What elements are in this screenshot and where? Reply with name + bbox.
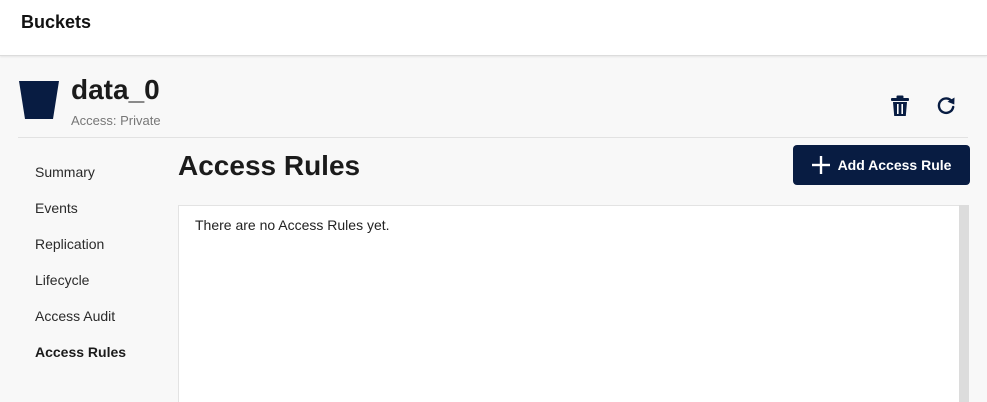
page-title: Buckets [21, 12, 92, 32]
sidebar-item-lifecycle[interactable]: Lifecycle [35, 272, 89, 288]
trash-icon [891, 95, 909, 116]
sidebar-item-events[interactable]: Events [35, 200, 78, 216]
bucket-access-label: Access: Private [71, 113, 161, 128]
bucket-name: data_0 [71, 74, 160, 105]
section-title: Access Rules [178, 150, 361, 181]
bucket-header: data_0 Access: Private [18, 56, 968, 138]
sidebar-item-access-rules[interactable]: Access Rules [35, 344, 126, 360]
top-bar: Buckets [0, 0, 987, 56]
add-access-rule-button[interactable]: Add Access Rule [793, 145, 970, 185]
delete-bucket-button[interactable] [886, 92, 914, 120]
refresh-icon [937, 97, 955, 114]
add-access-rule-label: Add Access Rule [837, 157, 952, 173]
sidebar-item-replication[interactable]: Replication [35, 236, 104, 252]
access-rules-list: There are no Access Rules yet. [178, 205, 960, 402]
plus-icon [811, 156, 830, 174]
bucket-icon [19, 80, 59, 120]
sidebar-item-access-audit[interactable]: Access Audit [35, 308, 115, 324]
empty-state-message: There are no Access Rules yet. [195, 217, 390, 233]
sidebar-item-summary[interactable]: Summary [35, 164, 95, 180]
scrollbar[interactable] [959, 205, 969, 402]
refresh-button[interactable] [932, 92, 960, 120]
